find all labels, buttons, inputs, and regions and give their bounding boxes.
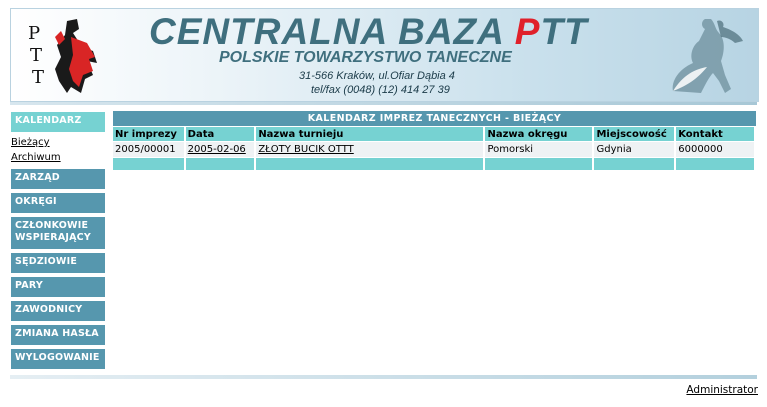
- phone-text: tel/fax (0048) (12) 414 27 39: [311, 84, 450, 96]
- col-header-kontakt: Kontakt: [676, 127, 754, 141]
- sidebar-item-pary[interactable]: PARY: [11, 277, 105, 297]
- header-banner: P T T CENTRALNA BAZA PTT POLSKIE TOWARZY…: [10, 8, 759, 102]
- sidebar-item-kalendarz[interactable]: KALENDARZ: [11, 112, 105, 132]
- sidebar-item-zarzad[interactable]: ZARZĄD: [11, 169, 105, 189]
- sidebar-item-okregi[interactable]: OKRĘGI: [11, 193, 105, 213]
- cell-nr: 2005/00001: [113, 142, 184, 157]
- cell-kontakt: 6000000: [676, 142, 754, 157]
- event-name-link[interactable]: ZŁOTY BUCIK OTTT: [258, 144, 353, 155]
- col-header-miejscowosc: Miejscowość: [594, 127, 675, 141]
- user-link-administrator[interactable]: Administrator: [686, 384, 758, 396]
- footer-cell: [485, 158, 593, 170]
- sidebar-menu: KALENDARZ Bieżący Archiwum ZARZĄD OKRĘGI…: [11, 112, 105, 373]
- sidebar-item-wylogowanie[interactable]: WYLOGOWANIE: [11, 349, 105, 369]
- cell-okreg: Pomorski: [485, 142, 593, 157]
- title-accent-letter: P: [514, 11, 541, 52]
- col-header-okreg: Nazwa okręgu: [485, 127, 593, 141]
- col-header-nr: Nr imprezy: [113, 127, 184, 141]
- site-title: CENTRALNA BAZA PTT: [149, 11, 588, 52]
- ptt-logo: P T T: [28, 19, 97, 93]
- col-header-data: Data: [185, 127, 255, 141]
- address-text: 31-566 Kraków, ul.Ofiar Dąbia 4: [299, 70, 455, 82]
- cell-miejscowosc: Gdynia: [594, 142, 675, 157]
- sidebar-item-zmiana-hasla[interactable]: ZMIANA HASŁA: [11, 325, 105, 345]
- sidebar-item-zawodnicy[interactable]: ZAWODNICY: [11, 301, 105, 321]
- calendar-sub-links: Bieżący Archiwum: [11, 135, 105, 165]
- footer-divider: [10, 375, 757, 379]
- cell-data: 2005-02-06: [185, 142, 255, 157]
- footer-cell: [594, 158, 675, 170]
- sub-link-archiwum[interactable]: Archiwum: [11, 150, 105, 165]
- footer-cell: [256, 158, 484, 170]
- svg-text:T: T: [32, 67, 44, 88]
- sidebar-item-czlonkowie[interactable]: CZŁONKOWIE WSPIERAJĄCY: [11, 217, 105, 249]
- table-title: KALENDARZ IMPREZ TANECZNYCH - BIEŻĄCY: [113, 111, 756, 126]
- calendar-panel: KALENDARZ IMPREZ TANECZNYCH - BIEŻĄCY Nr…: [113, 111, 756, 171]
- table-header-row: Nr imprezy Data Nazwa turnieju Nazwa okr…: [113, 127, 754, 141]
- footer-cell: [113, 158, 184, 170]
- event-date-link[interactable]: 2005-02-06: [188, 144, 246, 155]
- footer-cell: [185, 158, 255, 170]
- dancers-image: [672, 19, 743, 93]
- cell-nazwa: ZŁOTY BUCIK OTTT: [256, 142, 484, 157]
- sub-link-biezacy[interactable]: Bieżący: [11, 135, 105, 150]
- svg-text:T: T: [30, 45, 42, 66]
- table-row: 2005/00001 2005-02-06 ZŁOTY BUCIK OTTT P…: [113, 142, 754, 157]
- svg-text:P: P: [28, 23, 40, 44]
- events-table: Nr imprezy Data Nazwa turnieju Nazwa okr…: [111, 126, 756, 171]
- table-footer-row: [113, 158, 754, 170]
- col-header-nazwa-turnieju: Nazwa turnieju: [256, 127, 484, 141]
- footer-cell: [676, 158, 754, 170]
- banner-divider: [10, 102, 757, 105]
- sidebar-item-sedziowie[interactable]: SĘDZIOWIE: [11, 253, 105, 273]
- site-subtitle: POLSKIE TOWARZYSTWO TANECZNE: [219, 49, 512, 66]
